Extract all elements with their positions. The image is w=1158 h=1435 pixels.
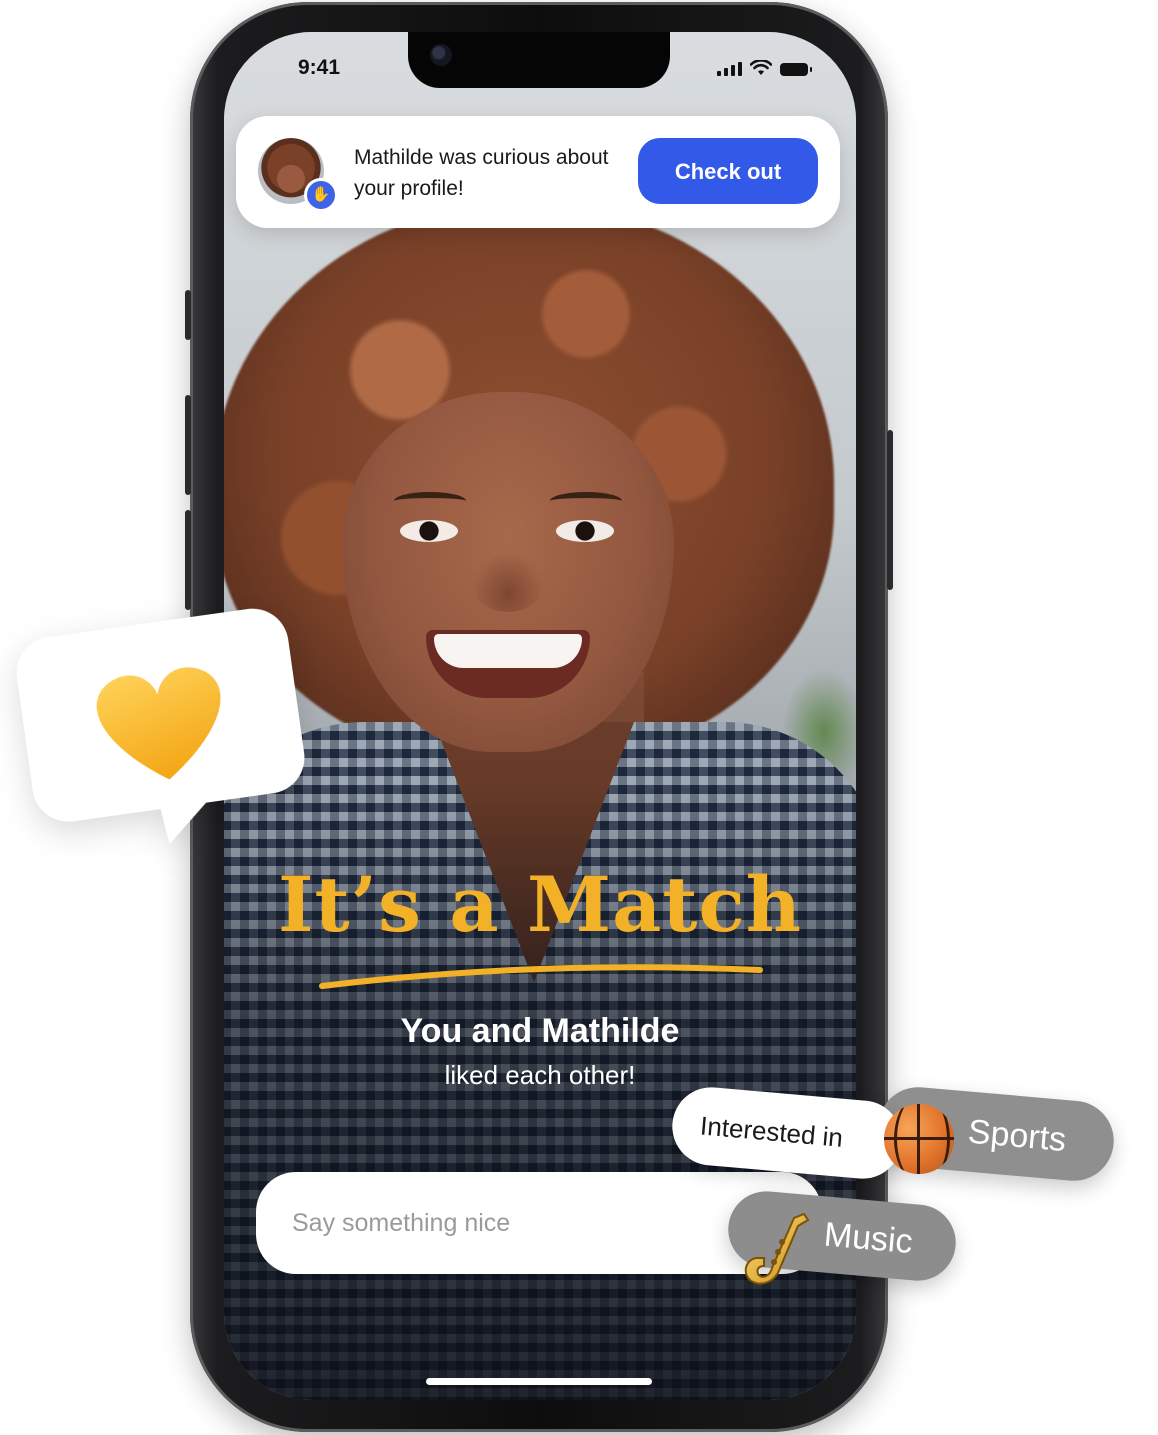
title-underline: [319, 964, 763, 989]
battery-icon: [780, 63, 812, 76]
app-stage: 9:41 ✋ Mathilde was curious about your p…: [0, 0, 1158, 1435]
status-bar: 9:41: [224, 32, 856, 102]
volume-down-button: [185, 510, 191, 610]
check-out-button[interactable]: Check out: [638, 138, 818, 204]
power-button: [887, 430, 893, 590]
volume-up-button: [185, 395, 191, 495]
saxophone-icon: [744, 1212, 810, 1285]
notification-message: Mathilde was curious about your profile!: [354, 146, 609, 200]
wave-hand-icon: ✋: [304, 178, 338, 212]
home-indicator[interactable]: [426, 1378, 652, 1385]
basketball-icon: [884, 1104, 954, 1174]
status-time: 9:41: [298, 56, 341, 79]
wifi-icon: [750, 60, 772, 75]
status-icons: [717, 60, 812, 76]
front-camera: [430, 44, 452, 66]
notch: [408, 32, 670, 88]
match-title: It’s a Match: [277, 860, 803, 949]
cellular-signal-icon: [717, 62, 742, 76]
notification-card[interactable]: ✋ Mathilde was curious about your profil…: [236, 116, 840, 228]
match-detail: liked each other!: [444, 1060, 636, 1090]
match-subtitle: You and Mathilde: [400, 1012, 680, 1050]
mute-switch: [185, 290, 191, 340]
heart-bubble: [16, 608, 305, 845]
